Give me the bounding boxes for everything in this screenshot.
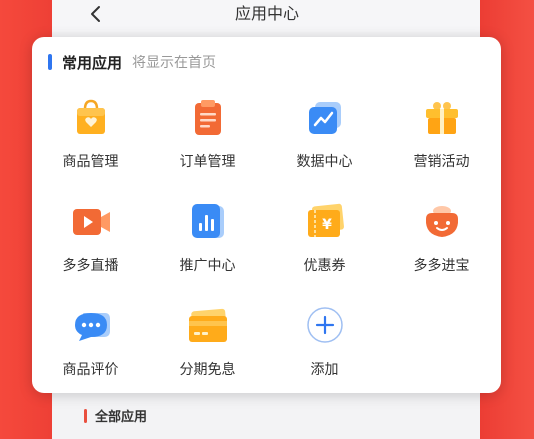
section-marker — [48, 54, 52, 70]
section-subtitle: 将显示在首页 — [132, 55, 217, 71]
app-label: 添加 — [310, 362, 339, 378]
app-label: 商品评价 — [62, 362, 119, 378]
app-label: 多多直播 — [62, 258, 119, 274]
section-header: 常用应用 将显示在首页 — [48, 51, 216, 73]
add-icon — [306, 307, 343, 343]
app-label: 分期免息 — [179, 362, 236, 378]
video-camera-icon — [72, 209, 110, 235]
app-label: 数据中心 — [296, 154, 353, 170]
app-label: 多多进宝 — [413, 258, 470, 274]
svg-text:¥: ¥ — [322, 217, 332, 233]
page-title: 应用中心 — [234, 4, 299, 23]
app-promotion-center[interactable]: 推广中心 — [149, 197, 266, 301]
money-pouch-icon — [425, 206, 458, 237]
chart-line-icon — [308, 102, 341, 134]
chat-bubble-icon — [74, 313, 110, 341]
app-duoduo-jinbao[interactable]: 多多进宝 — [383, 197, 500, 301]
app-coupon[interactable]: ¥ 优惠券 — [266, 197, 383, 301]
app-label: 优惠券 — [303, 258, 346, 274]
gift-box-icon — [425, 102, 458, 134]
bar-chart-icon — [191, 204, 224, 238]
app-label: 订单管理 — [179, 154, 236, 170]
app-installment[interactable]: 分期免息 — [149, 301, 266, 405]
app-add[interactable]: 添加 — [266, 301, 383, 405]
section-marker — [84, 408, 87, 423]
common-apps-card: 常用应用 将显示在首页 商品管理 订单管理 数据中心 营销活动 多多直播 推广中… — [32, 37, 501, 393]
coupon-icon: ¥ — [307, 203, 344, 237]
app-label: 商品管理 — [62, 154, 119, 170]
shopping-bag-icon — [76, 99, 105, 134]
app-marketing[interactable]: 营销活动 — [383, 93, 500, 197]
app-live-stream[interactable]: 多多直播 — [32, 197, 149, 301]
app-data-center[interactable]: 数据中心 — [266, 93, 383, 197]
app-product-reviews[interactable]: 商品评价 — [32, 301, 149, 405]
app-order-management[interactable]: 订单管理 — [149, 93, 266, 197]
app-label: 营销活动 — [413, 154, 470, 170]
credit-card-icon — [188, 308, 227, 342]
all-apps-title: 全部应用 — [95, 410, 148, 425]
app-product-management[interactable]: 商品管理 — [32, 93, 149, 197]
clipboard-icon — [194, 100, 221, 135]
section-title: 常用应用 — [62, 53, 123, 72]
all-apps-header: 全部应用 — [84, 406, 147, 425]
app-label: 推广中心 — [179, 258, 236, 274]
